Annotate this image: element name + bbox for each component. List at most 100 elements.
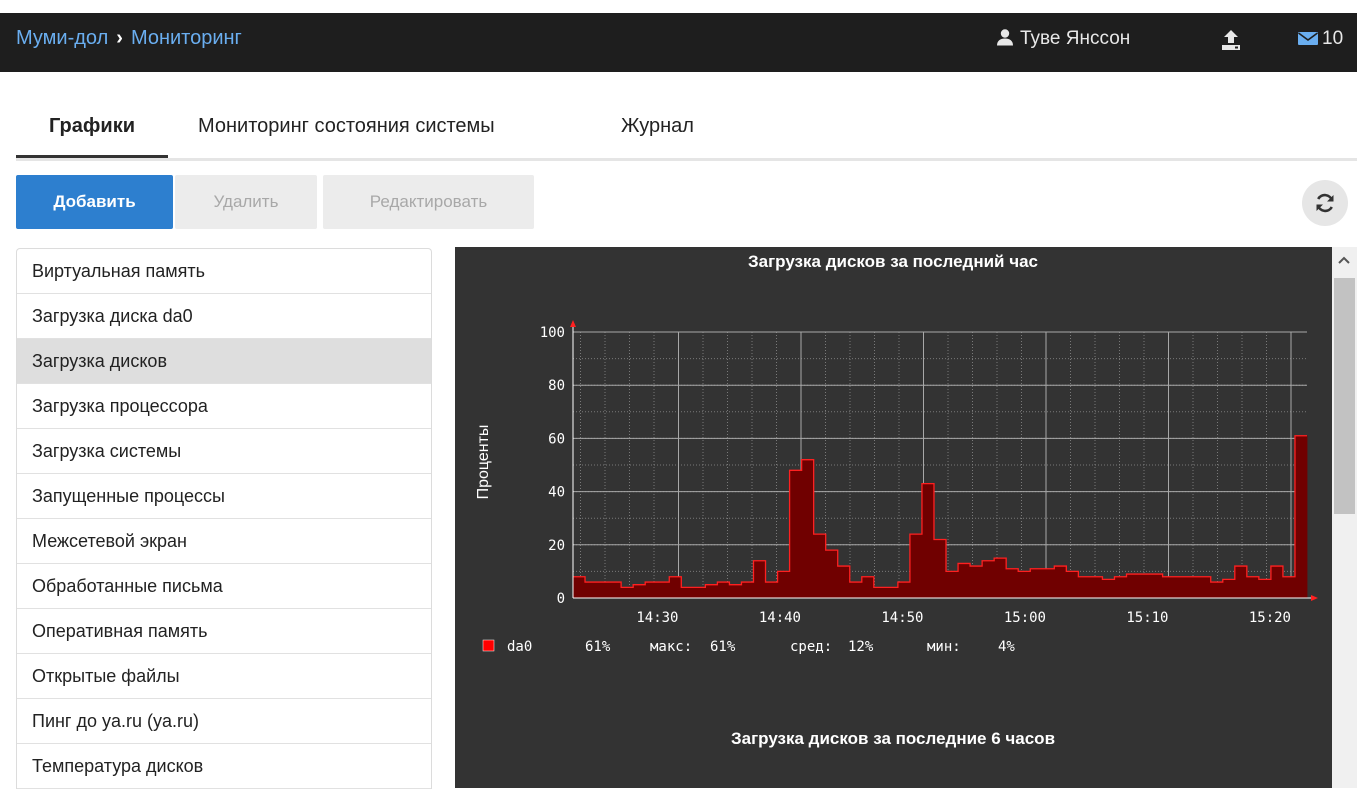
series-bar	[1210, 582, 1224, 598]
series-bar	[693, 587, 706, 598]
list-item[interactable]: Пинг до ya.ru (ya.ru)	[17, 699, 431, 744]
list-item-label: Виртуальная память	[32, 261, 206, 281]
series-bar	[933, 539, 947, 598]
series-bar	[1162, 576, 1176, 598]
legend-avg-label: сред:	[790, 639, 832, 655]
messages-button[interactable]: 10	[1298, 28, 1343, 50]
breadcrumb-root-link[interactable]: Муми-дол	[16, 27, 108, 49]
series-bar	[681, 587, 694, 598]
series-bar	[1078, 576, 1091, 598]
list-item[interactable]: Температура дисков	[17, 744, 431, 789]
series-bar	[885, 587, 899, 598]
list-item[interactable]: Открытые файлы	[17, 654, 431, 699]
x-tick-label: 14:40	[759, 610, 801, 626]
series-bar	[573, 576, 586, 598]
tab-bar: Графики Мониторинг состояния системы Жур…	[16, 110, 1357, 161]
upload-button[interactable]	[1221, 29, 1241, 56]
series-bar	[1090, 576, 1103, 598]
x-tick-label: 15:00	[1004, 610, 1046, 626]
list-item[interactable]: Межсетевой экран	[17, 519, 431, 564]
scrollbar-thumb[interactable]	[1334, 278, 1355, 514]
series-bar	[1198, 576, 1212, 598]
list-item[interactable]: Виртуальная память	[17, 249, 431, 294]
series-bar	[1282, 576, 1296, 598]
tab-system-monitoring[interactable]: Мониторинг состояния системы	[198, 110, 495, 156]
list-item-label: Открытые файлы	[32, 666, 180, 686]
series-bar	[645, 582, 658, 598]
series-bar	[705, 584, 718, 598]
tab-graphs[interactable]: Графики	[16, 110, 168, 158]
x-tick-label: 15:10	[1126, 610, 1168, 626]
y-tick-label: 40	[548, 485, 565, 501]
list-item[interactable]: Оперативная память	[17, 609, 431, 654]
series-bar	[609, 582, 622, 598]
tab-graphs-label: Графики	[48, 115, 135, 137]
list-item[interactable]: Загрузка диска da0	[17, 294, 431, 339]
series-bar	[1174, 576, 1188, 598]
edit-button[interactable]: Редактировать	[323, 175, 534, 229]
tab-log[interactable]: Журнал	[621, 110, 694, 156]
series-bar	[585, 582, 598, 598]
series-bar	[1246, 576, 1260, 598]
list-item[interactable]: Загрузка системы	[17, 429, 431, 474]
list-item[interactable]: Запущенные процессы	[17, 474, 431, 519]
series-bar	[717, 582, 730, 598]
chart-scrollbar[interactable]	[1332, 247, 1357, 788]
legend-swatch	[482, 639, 495, 652]
chart-title: Загрузка дисков за последний час	[748, 252, 1038, 271]
y-tick-label: 80	[548, 378, 565, 394]
series-bar	[825, 550, 839, 598]
delete-button[interactable]: Удалить	[175, 175, 317, 229]
x-tick-label: 14:30	[636, 610, 678, 626]
chart-panel: Загрузка дисков за последний час Процент…	[455, 247, 1332, 788]
list-item[interactable]: Обработанные письма	[17, 564, 431, 609]
series-bar	[946, 571, 959, 598]
messages-count: 10	[1322, 28, 1344, 49]
tab-system-monitoring-label: Мониторинг состояния системы	[198, 115, 495, 137]
series-bar	[669, 576, 682, 598]
series-bar	[597, 582, 610, 598]
list-item-label: Загрузка системы	[32, 441, 182, 461]
user-icon	[997, 29, 1013, 46]
series-bar	[994, 558, 1007, 598]
chart-2-title: Загрузка дисков за последние 6 часов	[731, 729, 1055, 748]
series-bar	[897, 582, 911, 598]
series-bar	[1066, 571, 1079, 598]
user-name: Туве Янссон	[1020, 28, 1131, 49]
breadcrumb-current-link[interactable]: Мониторинг	[131, 27, 242, 49]
scroll-up-icon[interactable]	[1338, 255, 1350, 265]
y-tick-label: 60	[548, 431, 565, 447]
list-item[interactable]: Загрузка дисков	[17, 339, 431, 384]
list-item-label: Оперативная память	[32, 621, 208, 641]
list-item-label: Запущенные процессы	[32, 486, 225, 506]
legend-min-label: мин:	[927, 639, 961, 655]
list-item-label: Температура дисков	[32, 756, 204, 776]
series-bar	[849, 582, 863, 598]
series-bar	[1234, 566, 1248, 598]
y-tick-label: 100	[540, 325, 565, 341]
series-bar	[621, 587, 634, 598]
series-bar	[1150, 574, 1164, 598]
series-bar	[982, 560, 995, 598]
top-bar-inner: Муми-дол › Мониторинг Туве Янссон 10	[0, 13, 1357, 72]
refresh-button[interactable]	[1302, 180, 1348, 226]
list-item[interactable]: Загрузка процессора	[17, 384, 431, 429]
series-bar	[729, 584, 742, 598]
user-menu[interactable]: Туве Янссон	[996, 28, 1130, 50]
series-bar	[1270, 566, 1284, 598]
series-bar	[1042, 568, 1055, 598]
legend-series-name: da0	[507, 639, 532, 655]
series-bar	[909, 534, 923, 598]
legend-min: 4%	[998, 639, 1015, 655]
series-bar	[1006, 568, 1019, 598]
series-bar	[741, 582, 754, 598]
series-bar	[921, 483, 935, 598]
series-bar	[958, 563, 971, 598]
add-button[interactable]: Добавить	[16, 175, 173, 229]
series-bar	[657, 582, 670, 598]
envelope-icon	[1298, 32, 1318, 45]
disk-load-chart: Загрузка дисков за последний час Процент…	[475, 252, 1318, 748]
series-bar	[1222, 579, 1236, 598]
series-bar	[861, 576, 875, 598]
list-item-label: Пинг до ya.ru (ya.ru)	[32, 711, 200, 731]
